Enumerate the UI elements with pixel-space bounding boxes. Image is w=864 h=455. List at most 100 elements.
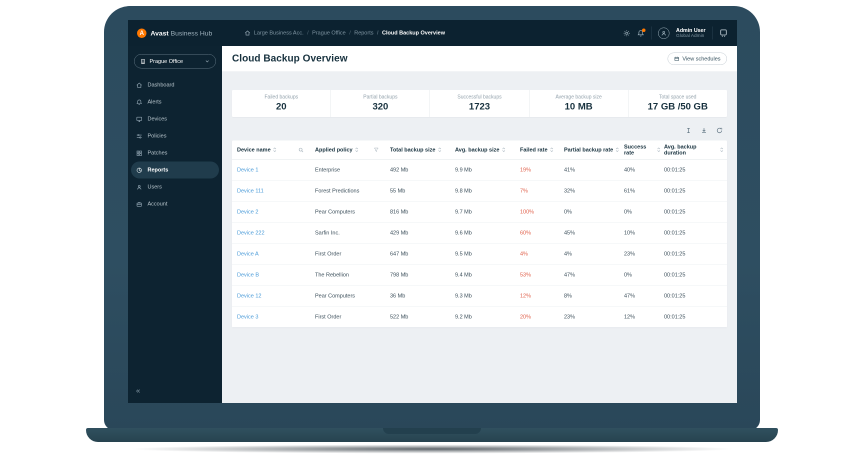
sort-icon[interactable] — [615, 147, 620, 153]
success-rate-cell: 23% — [624, 251, 664, 257]
avg-backup-duration-cell: 00:01:25 — [664, 293, 727, 299]
sidebar-item-label: Policies — [148, 133, 167, 139]
device-name-link[interactable]: Device 2 — [237, 209, 315, 215]
notification-badge — [642, 28, 646, 32]
device-name-link[interactable]: Device 111 — [237, 188, 315, 194]
main-area: Cloud Backup Overview View schedules — [222, 46, 737, 403]
avg-backup-duration-cell: 00:01:25 — [664, 167, 727, 173]
avast-logo-icon: A — [137, 28, 147, 38]
search-icon[interactable] — [298, 147, 304, 153]
sidebar-item-users[interactable]: Users — [131, 179, 219, 196]
success-rate-cell: 61% — [624, 188, 664, 194]
avg-backup-size-cell: 9.3 Mb — [455, 293, 520, 299]
user-info[interactable]: Admin User Global Admin — [676, 27, 705, 38]
device-name-link[interactable]: Device 1 — [237, 167, 315, 173]
monitor-icon — [136, 116, 144, 123]
success-rate-cell: 40% — [624, 167, 664, 173]
sidebar-item-policies[interactable]: Policies — [131, 128, 219, 145]
avg-backup-size-cell: 9.2 Mb — [455, 314, 520, 320]
stat-label: Partial backups — [363, 95, 397, 101]
avg-backup-size-cell: 9.5 Mb — [455, 251, 520, 257]
sidebar-item-label: Dashboard — [148, 82, 175, 88]
sort-icon[interactable] — [550, 147, 555, 153]
sort-icon[interactable] — [501, 147, 506, 153]
breadcrumb-item[interactable]: Reports — [349, 30, 373, 36]
app-screen: A AvastBusiness Hub Large Business Acc. … — [128, 20, 737, 403]
stat-value: 1723 — [469, 102, 490, 113]
column-header-device-name[interactable]: Device name — [237, 147, 315, 153]
avg-backup-duration-cell: 00:01:25 — [664, 272, 727, 278]
breadcrumb-item[interactable]: Large Business Acc. — [254, 30, 304, 36]
stat-value: 320 — [372, 102, 388, 113]
sidebar-collapse-button[interactable]: « — [136, 387, 140, 396]
total-backup-size-cell: 55 Mb — [390, 188, 455, 194]
app-switcher-icon[interactable] — [719, 29, 728, 38]
device-name-link[interactable]: Device B — [237, 272, 315, 278]
device-name-link[interactable]: Device A — [237, 251, 315, 257]
home-icon[interactable] — [244, 30, 250, 36]
refresh-icon[interactable] — [716, 127, 723, 134]
stat-value: 20 — [276, 102, 287, 113]
notification-icon[interactable] — [637, 29, 645, 37]
sort-icon[interactable] — [437, 147, 442, 153]
stat-label: Total space used — [659, 95, 697, 101]
stat-label: Failed backups — [264, 95, 298, 101]
column-header-failed-rate[interactable]: Failed rate — [520, 147, 564, 153]
user-icon — [136, 184, 144, 191]
device-name-link[interactable]: Device 12 — [237, 293, 315, 299]
download-icon[interactable] — [701, 127, 708, 134]
sidebar-item-label: Users — [148, 184, 162, 190]
content: Failed backups 20 Partial backups 320 Su… — [222, 72, 737, 403]
stat-successful-backups: Successful backups 1723 — [430, 90, 529, 117]
sidebar-item-account[interactable]: Account — [131, 196, 219, 213]
stat-failed-backups: Failed backups 20 — [232, 90, 331, 117]
avg-backup-size-cell: 9.8 Mb — [455, 188, 520, 194]
avg-backup-size-cell: 9.9 Mb — [455, 167, 520, 173]
avast-logo: A AvastBusiness Hub — [137, 28, 212, 38]
view-schedules-button[interactable]: View schedules — [667, 53, 727, 66]
building-icon — [140, 58, 146, 64]
device-name-link[interactable]: Device 3 — [237, 314, 315, 320]
breadcrumb: Large Business Acc. Prague Office Report… — [244, 30, 445, 36]
sort-icon[interactable] — [657, 147, 662, 153]
page-title: Cloud Backup Overview — [232, 53, 348, 65]
stat-label: Average backup size — [555, 95, 601, 101]
avatar[interactable] — [658, 27, 670, 39]
column-header-applied-policy[interactable]: Applied policy — [315, 147, 390, 153]
applied-policy-cell: First Order — [315, 251, 390, 257]
breadcrumb-item[interactable]: Prague Office — [307, 30, 346, 36]
column-header-avg-backup-size[interactable]: Avg. backup size — [455, 147, 520, 153]
partial-backup-rate-cell: 8% — [564, 293, 624, 299]
filter-icon[interactable] — [374, 147, 380, 153]
stat-average-backup-size: Average backup size 10 MB — [529, 90, 628, 117]
avg-backup-duration-cell: 00:01:25 — [664, 209, 727, 215]
patches-icon — [136, 150, 144, 157]
device-name-link[interactable]: Device 222 — [237, 230, 315, 236]
stat-partial-backups: Partial backups 320 — [331, 90, 430, 117]
sidebar-item-label: Alerts — [148, 99, 162, 105]
sort-icon[interactable] — [720, 147, 725, 153]
success-rate-cell: 47% — [624, 293, 664, 299]
failed-rate-cell: 12% — [520, 293, 564, 299]
sidebar-item-alerts[interactable]: Alerts — [131, 94, 219, 111]
avg-backup-size-cell: 9.7 Mb — [455, 209, 520, 215]
column-header-total-backup-size[interactable]: Total backup size — [390, 147, 455, 153]
sidebar-item-dashboard[interactable]: Dashboard — [131, 77, 219, 94]
resize-columns-icon[interactable] — [685, 127, 692, 134]
sidebar-item-reports[interactable]: Reports — [131, 162, 219, 179]
sort-icon[interactable] — [273, 147, 278, 153]
site-selector-dropdown[interactable]: Prague Office — [134, 54, 216, 69]
top-bar: A AvastBusiness Hub Large Business Acc. … — [128, 20, 737, 46]
stat-label: Successful backups — [457, 95, 501, 101]
column-header-partial-backup-rate[interactable]: Partial backup rate — [564, 147, 624, 153]
sidebar-item-devices[interactable]: Devices — [131, 111, 219, 128]
column-header-avg-backup-duration[interactable]: Avg. backup duration — [664, 144, 727, 156]
avg-backup-duration-cell: 00:01:25 — [664, 230, 727, 236]
column-header-success-rate[interactable]: Success rate — [624, 144, 664, 156]
failed-rate-cell: 7% — [520, 188, 564, 194]
gear-icon[interactable] — [623, 29, 631, 37]
site-selector-label: Prague Office — [150, 58, 184, 64]
sidebar-item-patches[interactable]: Patches — [131, 145, 219, 162]
sort-icon[interactable] — [355, 147, 360, 153]
avg-backup-duration-cell: 00:01:25 — [664, 314, 727, 320]
